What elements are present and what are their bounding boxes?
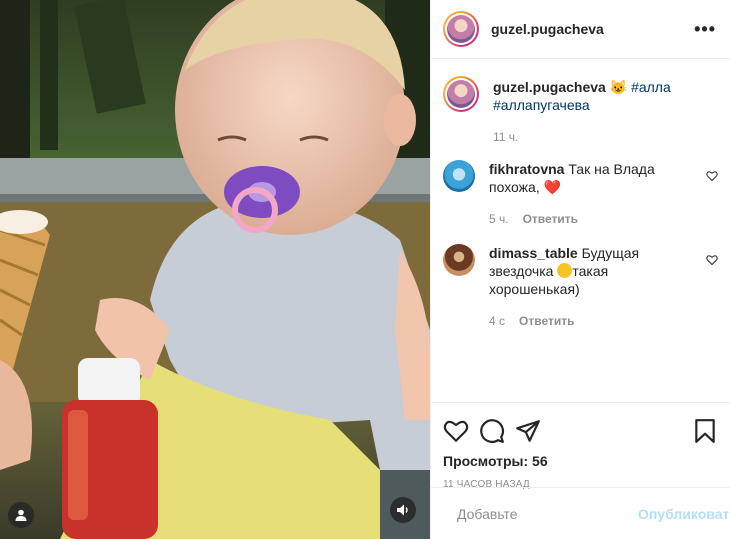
user-icon xyxy=(15,509,27,521)
avatar-image xyxy=(447,80,475,108)
post-actions: Просмотры: 56 11 часов назад xyxy=(431,402,730,490)
post-side-panel: guzel.pugacheva ••• guzel.pugacheva 😺 #а… xyxy=(430,0,730,539)
video-frame-image xyxy=(0,0,430,539)
hashtag-link[interactable]: #аллапугачева xyxy=(493,97,590,113)
bookmark-icon[interactable] xyxy=(692,418,718,444)
avatar-border xyxy=(445,13,477,45)
caption-username[interactable]: guzel.pugacheva xyxy=(493,79,606,95)
comment-meta: 5 ч. Ответить xyxy=(489,210,696,228)
speaker-icon xyxy=(397,504,408,516)
comment-body: dimass_table Будущая звездочка такая хор… xyxy=(489,244,718,330)
hashtag-link[interactable]: #алла xyxy=(631,79,671,95)
post-video[interactable] xyxy=(0,0,430,539)
comment-time: 5 ч. xyxy=(489,212,509,226)
comment-body: fikhratovna Так на Влада похожа, ❤️ 5 ч.… xyxy=(489,160,718,228)
tagged-user-button[interactable] xyxy=(8,502,34,528)
action-icons-row xyxy=(443,411,718,451)
instagram-post: guzel.pugacheva ••• guzel.pugacheva 😺 #а… xyxy=(0,0,730,539)
comment-meta: 4 с Ответить xyxy=(489,312,696,330)
post-caption: guzel.pugacheva 😺 #алла #аллапугачева 11… xyxy=(443,76,718,146)
commenter-username[interactable]: dimass_table xyxy=(489,245,578,261)
avatar-border xyxy=(445,78,477,110)
heart-icon[interactable] xyxy=(443,418,469,444)
comment-item: dimass_table Будущая звездочка такая хор… xyxy=(443,244,718,330)
author-username[interactable]: guzel.pugacheva xyxy=(491,21,604,37)
caption-time: 11 ч. xyxy=(493,130,519,144)
views-count[interactable]: Просмотры: 56 xyxy=(443,453,718,469)
avatar-image xyxy=(447,15,475,43)
caption-avatar[interactable] xyxy=(443,76,479,112)
reply-button[interactable]: Ответить xyxy=(519,312,574,330)
comment-input[interactable] xyxy=(457,505,638,522)
comment-time: 4 с xyxy=(489,314,506,328)
comment-bubble-icon[interactable] xyxy=(479,418,505,444)
comments-list: guzel.pugacheva 😺 #алла #аллапугачева 11… xyxy=(431,60,730,402)
post-header: guzel.pugacheva ••• xyxy=(431,0,730,59)
sound-toggle-button[interactable] xyxy=(390,497,416,523)
more-options-icon[interactable]: ••• xyxy=(694,19,716,40)
author-avatar[interactable] xyxy=(443,11,479,47)
caption-body: guzel.pugacheva 😺 #алла #аллапугачева 11… xyxy=(493,76,718,146)
commenter-avatar[interactable] xyxy=(443,160,475,192)
publish-button[interactable]: Опубликовать xyxy=(638,506,730,522)
comment-like-heart-icon[interactable] xyxy=(706,254,718,266)
comment-like-heart-icon[interactable] xyxy=(706,170,718,182)
commenter-avatar[interactable] xyxy=(443,244,475,276)
comment-item: fikhratovna Так на Влада похожа, ❤️ 5 ч.… xyxy=(443,160,718,228)
red-heart-emoji: ❤️ xyxy=(543,179,562,195)
caption-meta: 11 ч. xyxy=(493,128,696,146)
cat-emoji: 😺 xyxy=(609,79,628,95)
commenter-username[interactable]: fikhratovna xyxy=(489,161,564,177)
add-comment-bar: Опубликовать xyxy=(431,487,730,539)
paper-plane-icon[interactable] xyxy=(515,418,541,444)
blush-emoji xyxy=(557,263,573,278)
reply-button[interactable]: Ответить xyxy=(523,210,578,228)
